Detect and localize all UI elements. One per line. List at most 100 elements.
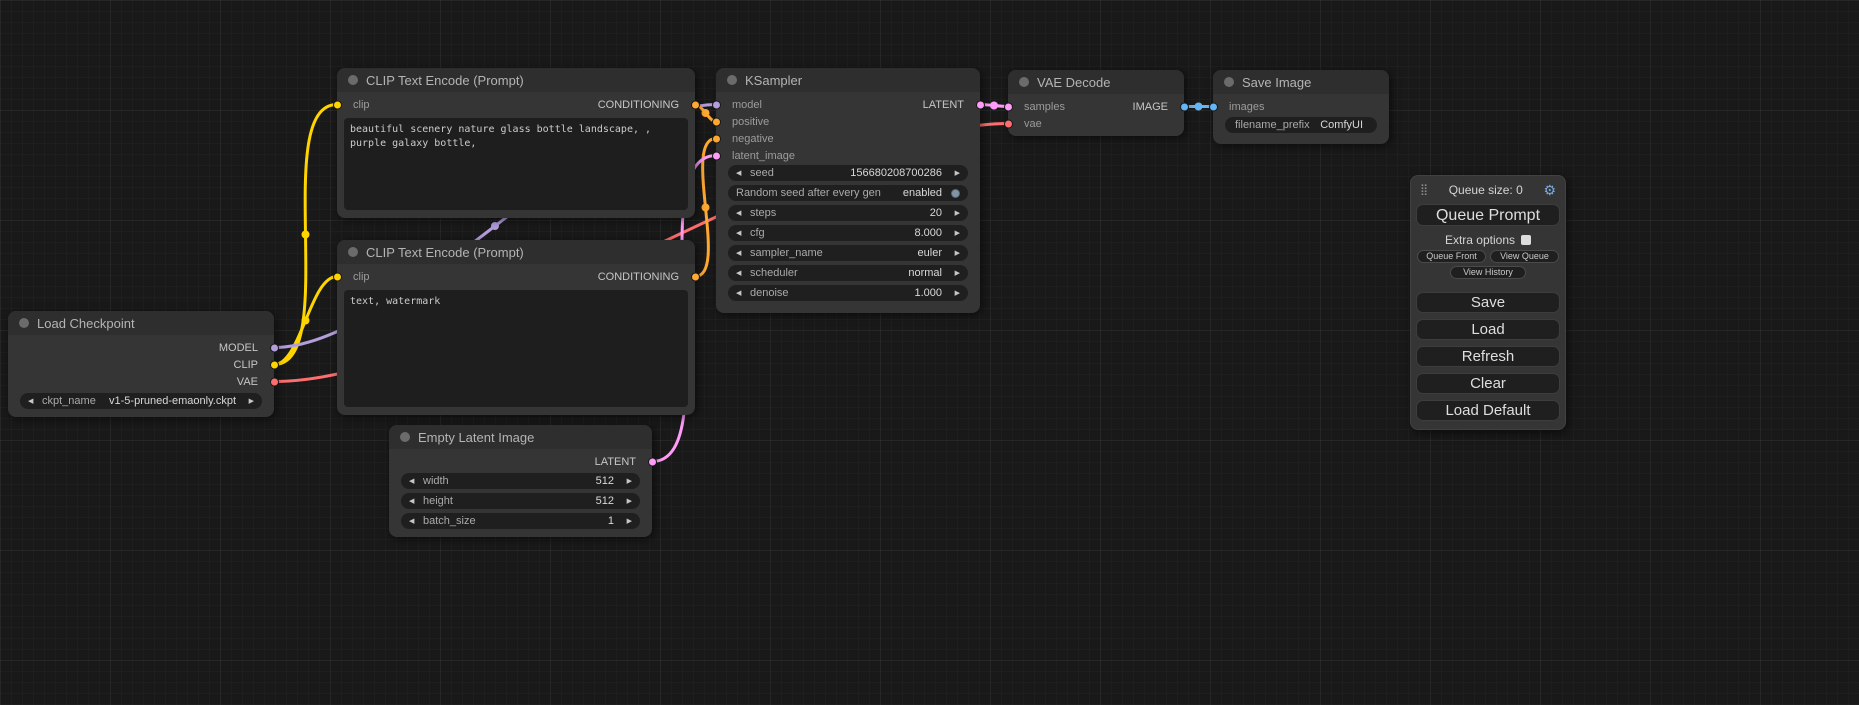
decrement-arrow-icon[interactable]: ◀ [409, 497, 423, 505]
increment-arrow-icon[interactable]: ▶ [618, 497, 632, 505]
node-title-bar[interactable]: KSampler [716, 68, 980, 92]
node-title-bar[interactable]: Empty Latent Image [389, 425, 652, 449]
increment-arrow-icon[interactable]: ▶ [946, 229, 960, 237]
clip-input-port[interactable] [333, 272, 342, 281]
node-load-checkpoint[interactable]: Load Checkpoint MODEL CLIP VAE ◀ ckpt_na… [8, 311, 274, 417]
decrement-arrow-icon[interactable]: ◀ [736, 269, 750, 277]
slot-row: clip CONDITIONING [337, 268, 695, 285]
widget-label: batch_size [423, 515, 476, 527]
clip-output-port[interactable] [270, 360, 279, 369]
increment-arrow-icon[interactable]: ▶ [618, 517, 632, 525]
view-history-button[interactable]: View History [1450, 266, 1526, 279]
widget-value: 1.000 [914, 287, 942, 299]
decrement-arrow-icon[interactable]: ◀ [409, 517, 423, 525]
cfg-widget[interactable]: ◀ cfg 8.000 ▶ [728, 225, 968, 241]
node-graph-canvas[interactable]: Load Checkpoint MODEL CLIP VAE ◀ ckpt_na… [0, 0, 1859, 705]
increment-arrow-icon[interactable]: ▶ [946, 269, 960, 277]
node-title: VAE Decode [1037, 75, 1110, 90]
negative-input-port[interactable] [712, 134, 721, 143]
filename-prefix-widget[interactable]: filename_prefix ComfyUI [1225, 117, 1377, 133]
node-title: KSampler [745, 73, 802, 88]
increment-arrow-icon[interactable]: ▶ [240, 397, 254, 405]
collapse-dot-icon[interactable] [727, 75, 737, 85]
conditioning-output-port[interactable] [691, 272, 700, 281]
latent-output-port[interactable] [976, 100, 985, 109]
sampler-name-widget[interactable]: ◀ sampler_name euler ▶ [728, 245, 968, 261]
scheduler-widget[interactable]: ◀ scheduler normal ▶ [728, 265, 968, 281]
increment-arrow-icon[interactable]: ▶ [946, 249, 960, 257]
increment-arrow-icon[interactable]: ▶ [946, 169, 960, 177]
refresh-button[interactable]: Refresh [1416, 346, 1560, 367]
node-save-image[interactable]: Save Image images filename_prefix ComfyU… [1213, 70, 1389, 144]
steps-widget[interactable]: ◀ steps 20 ▶ [728, 205, 968, 221]
queue-size-label: Queue size: 0 [1428, 183, 1543, 197]
collapse-dot-icon[interactable] [348, 247, 358, 257]
node-vae-decode[interactable]: VAE Decode samples IMAGE vae [1008, 70, 1184, 136]
settings-gear-icon[interactable]: ⚙ [1543, 183, 1556, 197]
node-title-bar[interactable]: CLIP Text Encode (Prompt) [337, 68, 695, 92]
collapse-dot-icon[interactable] [1224, 77, 1234, 87]
width-widget[interactable]: ◀ width 512 ▶ [401, 473, 640, 489]
conditioning-output-port[interactable] [691, 100, 700, 109]
model-input-port[interactable] [712, 100, 721, 109]
input-label-positive: positive [732, 116, 769, 128]
increment-arrow-icon[interactable]: ▶ [946, 289, 960, 297]
latent-output-port[interactable] [648, 457, 657, 466]
node-title-bar[interactable]: CLIP Text Encode (Prompt) [337, 240, 695, 264]
node-title-bar[interactable]: VAE Decode [1008, 70, 1184, 94]
vae-input-port[interactable] [1004, 119, 1013, 128]
latent-image-input-port[interactable] [712, 151, 721, 160]
decrement-arrow-icon[interactable]: ◀ [736, 249, 750, 257]
clip-input-port[interactable] [333, 100, 342, 109]
save-button[interactable]: Save [1416, 292, 1560, 313]
node-ksampler[interactable]: KSampler model LATENT positive negative … [716, 68, 980, 313]
decrement-arrow-icon[interactable]: ◀ [736, 289, 750, 297]
node-title-bar[interactable]: Load Checkpoint [8, 311, 274, 335]
queue-front-button[interactable]: Queue Front [1417, 250, 1486, 263]
vae-output-port[interactable] [270, 377, 279, 386]
image-output-port[interactable] [1180, 102, 1189, 111]
slot-row: samples IMAGE [1008, 98, 1184, 115]
collapse-dot-icon[interactable] [400, 432, 410, 442]
positive-prompt-textarea[interactable]: beautiful scenery nature glass bottle la… [344, 118, 688, 210]
ckpt-name-widget[interactable]: ◀ ckpt_name v1-5-pruned-emaonly.ckpt ▶ [20, 393, 262, 409]
decrement-arrow-icon[interactable]: ◀ [28, 397, 42, 405]
height-widget[interactable]: ◀ height 512 ▶ [401, 493, 640, 509]
load-button[interactable]: Load [1416, 319, 1560, 340]
images-input-port[interactable] [1209, 102, 1218, 111]
view-queue-button[interactable]: View Queue [1490, 250, 1559, 263]
seed-widget[interactable]: ◀ seed 156680208700286 ▶ [728, 165, 968, 181]
clear-button[interactable]: Clear [1416, 373, 1560, 394]
decrement-arrow-icon[interactable]: ◀ [736, 209, 750, 217]
collapse-dot-icon[interactable] [19, 318, 29, 328]
increment-arrow-icon[interactable]: ▶ [618, 477, 632, 485]
random-seed-toggle-widget[interactable]: Random seed after every gen enabled [728, 185, 968, 201]
model-output-port[interactable] [270, 343, 279, 352]
slot-row: CLIP [8, 356, 274, 373]
drag-handle-icon[interactable]: ⣿ [1420, 183, 1428, 196]
collapse-dot-icon[interactable] [348, 75, 358, 85]
node-clip-text-encode-positive[interactable]: CLIP Text Encode (Prompt) clip CONDITION… [337, 68, 695, 218]
increment-arrow-icon[interactable]: ▶ [946, 209, 960, 217]
decrement-arrow-icon[interactable]: ◀ [736, 229, 750, 237]
decrement-arrow-icon[interactable]: ◀ [409, 477, 423, 485]
node-title-bar[interactable]: Save Image [1213, 70, 1389, 94]
decrement-arrow-icon[interactable]: ◀ [736, 169, 750, 177]
negative-prompt-textarea[interactable]: text, watermark [344, 290, 688, 407]
denoise-widget[interactable]: ◀ denoise 1.000 ▶ [728, 285, 968, 301]
output-label-conditioning: CONDITIONING [598, 99, 679, 111]
node-empty-latent-image[interactable]: Empty Latent Image LATENT ◀ width 512 ▶ … [389, 425, 652, 537]
batch-size-widget[interactable]: ◀ batch_size 1 ▶ [401, 513, 640, 529]
positive-input-port[interactable] [712, 117, 721, 126]
load-default-button[interactable]: Load Default [1416, 400, 1560, 421]
node-clip-text-encode-negative[interactable]: CLIP Text Encode (Prompt) clip CONDITION… [337, 240, 695, 415]
output-label-clip: CLIP [234, 359, 258, 371]
toggle-enabled-icon[interactable] [951, 189, 960, 198]
extra-options-label: Extra options [1445, 233, 1515, 247]
extra-options-checkbox[interactable] [1521, 235, 1531, 245]
queue-prompt-button[interactable]: Queue Prompt [1416, 204, 1560, 226]
samples-input-port[interactable] [1004, 102, 1013, 111]
node-title: CLIP Text Encode (Prompt) [366, 73, 524, 88]
widget-value: v1-5-pruned-emaonly.ckpt [109, 395, 236, 407]
collapse-dot-icon[interactable] [1019, 77, 1029, 87]
